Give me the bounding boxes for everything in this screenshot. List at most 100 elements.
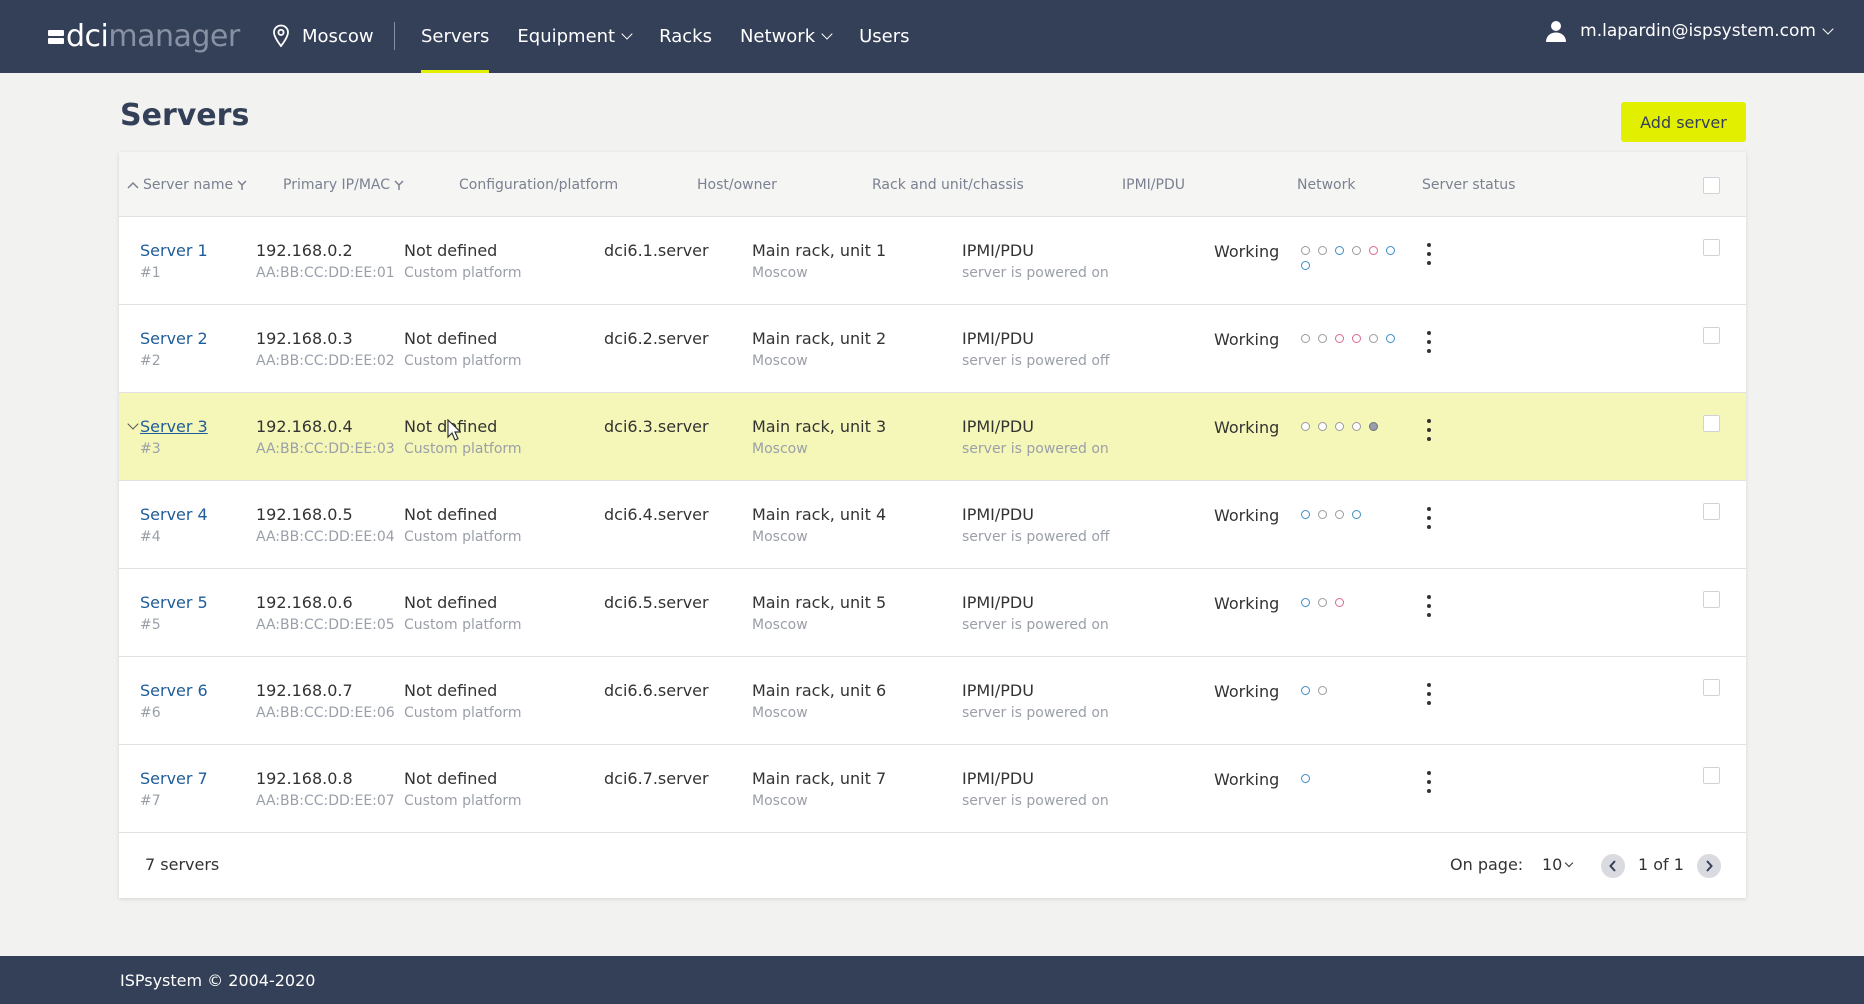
network-port-indicator[interactable] bbox=[1352, 510, 1361, 519]
network-port-indicator[interactable] bbox=[1318, 246, 1327, 255]
row-checkbox[interactable] bbox=[1703, 415, 1720, 432]
network-port-indicator[interactable] bbox=[1352, 422, 1361, 431]
host-owner-cell: dci6.7.server bbox=[604, 769, 709, 789]
network-port-indicator[interactable] bbox=[1301, 598, 1310, 607]
previous-page-button[interactable] bbox=[1601, 854, 1625, 878]
dcimanager-logo[interactable]: dci manager bbox=[48, 18, 240, 54]
row-checkbox[interactable] bbox=[1703, 767, 1720, 784]
column-server-name[interactable]: Server name bbox=[127, 152, 247, 217]
column-rack[interactable]: Rack and unit/chassis bbox=[872, 152, 1024, 217]
column-primary-ip[interactable]: Primary IP/MAC bbox=[283, 152, 404, 217]
network-port-indicator[interactable] bbox=[1318, 422, 1327, 431]
rack-unit-subtext: Moscow bbox=[752, 529, 808, 545]
column-server-status[interactable]: Server status bbox=[1422, 152, 1515, 217]
table-row[interactable]: Server 5 #5 192.168.0.6 AA:BB:CC:DD:EE:05 No… bbox=[119, 569, 1746, 657]
table-row[interactable]: Server 7 #7 192.168.0.8 AA:BB:CC:DD:EE:07 No… bbox=[119, 745, 1746, 833]
user-icon bbox=[1546, 21, 1567, 42]
table-row[interactable]: Server 6 #6 192.168.0.7 AA:BB:CC:DD:EE:06 No… bbox=[119, 657, 1746, 745]
column-host-owner[interactable]: Host/owner bbox=[697, 152, 777, 217]
more-actions-icon[interactable] bbox=[1419, 417, 1439, 443]
server-name-cell: Server 4 #4 bbox=[140, 505, 208, 547]
network-port-indicator[interactable] bbox=[1335, 422, 1344, 431]
nav-item-servers[interactable]: Servers bbox=[421, 0, 490, 73]
map-pin-icon bbox=[273, 24, 289, 48]
ipmi-pdu-cell: IPMI/PDU server is powered on bbox=[962, 769, 1109, 811]
filter-icon[interactable] bbox=[237, 179, 247, 191]
network-port-indicator[interactable] bbox=[1335, 246, 1344, 255]
chevron-down-icon bbox=[821, 28, 833, 40]
add-server-button[interactable]: Add server bbox=[1621, 102, 1746, 142]
network-port-indicator[interactable] bbox=[1301, 510, 1310, 519]
select-all-checkbox[interactable] bbox=[1703, 177, 1720, 194]
column-network[interactable]: Network bbox=[1297, 152, 1355, 217]
row-checkbox[interactable] bbox=[1703, 679, 1720, 696]
server-link[interactable]: Server 6 bbox=[140, 681, 208, 701]
column-ipmi[interactable]: IPMI/PDU bbox=[1122, 152, 1185, 217]
user-email: m.lapardin@ispsystem.com bbox=[1580, 21, 1816, 41]
row-checkbox[interactable] bbox=[1703, 239, 1720, 256]
more-actions-icon[interactable] bbox=[1419, 505, 1439, 531]
network-port-indicator[interactable] bbox=[1301, 686, 1310, 695]
table-row[interactable]: Server 4 #4 192.168.0.5 AA:BB:CC:DD:EE:04 No… bbox=[119, 481, 1746, 569]
servers-table: Server name Primary IP/MAC Configuration… bbox=[119, 152, 1746, 898]
host-owner-value: dci6.5.server bbox=[604, 593, 709, 612]
rack-unit-cell: Main rack, unit 5 Moscow bbox=[752, 593, 886, 635]
network-port-indicator[interactable] bbox=[1318, 334, 1327, 343]
user-menu[interactable]: m.lapardin@ispsystem.com bbox=[1546, 16, 1834, 46]
page-indicator: 1 of 1 bbox=[1638, 855, 1684, 874]
row-checkbox[interactable] bbox=[1703, 591, 1720, 608]
server-link[interactable]: Server 7 bbox=[140, 769, 208, 789]
table-row[interactable]: Server 2 #2 192.168.0.3 AA:BB:CC:DD:EE:02 No… bbox=[119, 305, 1746, 393]
network-port-indicator[interactable] bbox=[1352, 246, 1361, 255]
network-port-indicator[interactable] bbox=[1386, 334, 1395, 343]
nav-item-racks[interactable]: Racks bbox=[659, 0, 712, 73]
network-port-indicator[interactable] bbox=[1301, 261, 1310, 270]
server-link[interactable]: Server 3 bbox=[140, 417, 208, 437]
server-status-value: Working bbox=[1214, 770, 1280, 789]
network-port-indicator[interactable] bbox=[1301, 422, 1310, 431]
more-actions-icon[interactable] bbox=[1419, 681, 1439, 707]
page-size-select[interactable]: 10 bbox=[1542, 855, 1574, 874]
location-selector[interactable]: Moscow bbox=[272, 22, 374, 50]
more-actions-icon[interactable] bbox=[1419, 329, 1439, 355]
network-port-indicator[interactable] bbox=[1335, 334, 1344, 343]
primary-ip-cell: 192.168.0.2 AA:BB:CC:DD:EE:01 bbox=[256, 241, 395, 283]
more-actions-icon[interactable] bbox=[1419, 593, 1439, 619]
nav-item-users[interactable]: Users bbox=[859, 0, 909, 73]
network-port-indicator[interactable] bbox=[1301, 246, 1310, 255]
network-port-indicator[interactable] bbox=[1335, 510, 1344, 519]
network-port-indicator[interactable] bbox=[1318, 598, 1327, 607]
network-port-indicator[interactable] bbox=[1369, 334, 1378, 343]
network-port-indicator[interactable] bbox=[1318, 686, 1327, 695]
row-checkbox[interactable] bbox=[1703, 503, 1720, 520]
network-port-indicator[interactable] bbox=[1352, 334, 1361, 343]
nav-item-equipment[interactable]: Equipment bbox=[517, 0, 633, 73]
rack-unit-subtext: Moscow bbox=[752, 353, 808, 369]
configuration-subtext: Custom platform bbox=[404, 617, 522, 633]
server-link[interactable]: Server 2 bbox=[140, 329, 208, 349]
more-actions-icon[interactable] bbox=[1419, 241, 1439, 267]
server-link[interactable]: Server 1 bbox=[140, 241, 208, 261]
server-link[interactable]: Server 5 bbox=[140, 593, 208, 613]
primary-ip-value: 192.168.0.2 bbox=[256, 241, 353, 260]
server-link[interactable]: Server 4 bbox=[140, 505, 208, 525]
row-checkbox[interactable] bbox=[1703, 327, 1720, 344]
column-configuration[interactable]: Configuration/platform bbox=[459, 152, 618, 217]
table-row[interactable]: Server 1 #1 192.168.0.2 AA:BB:CC:DD:EE:01 No… bbox=[119, 217, 1746, 305]
nav-item-network[interactable]: Network bbox=[740, 0, 833, 73]
network-port-indicator[interactable] bbox=[1335, 598, 1344, 607]
next-page-button[interactable] bbox=[1697, 854, 1721, 878]
filter-icon[interactable] bbox=[394, 179, 404, 191]
network-port-indicator[interactable] bbox=[1369, 422, 1378, 431]
server-status-cell: Working bbox=[1214, 506, 1279, 526]
network-port-indicator[interactable] bbox=[1301, 774, 1310, 783]
network-port-indicator[interactable] bbox=[1318, 510, 1327, 519]
network-port-indicator[interactable] bbox=[1386, 246, 1395, 255]
host-owner-value: dci6.6.server bbox=[604, 681, 709, 700]
chevron-down-icon[interactable] bbox=[127, 418, 139, 430]
table-row[interactable]: Server 3 #3 192.168.0.4 AA:BB:CC:DD:EE:03 No… bbox=[119, 393, 1746, 481]
more-actions-icon[interactable] bbox=[1419, 769, 1439, 795]
network-port-indicator[interactable] bbox=[1369, 246, 1378, 255]
network-port-indicator[interactable] bbox=[1301, 334, 1310, 343]
server-status-value: Working bbox=[1214, 418, 1280, 437]
